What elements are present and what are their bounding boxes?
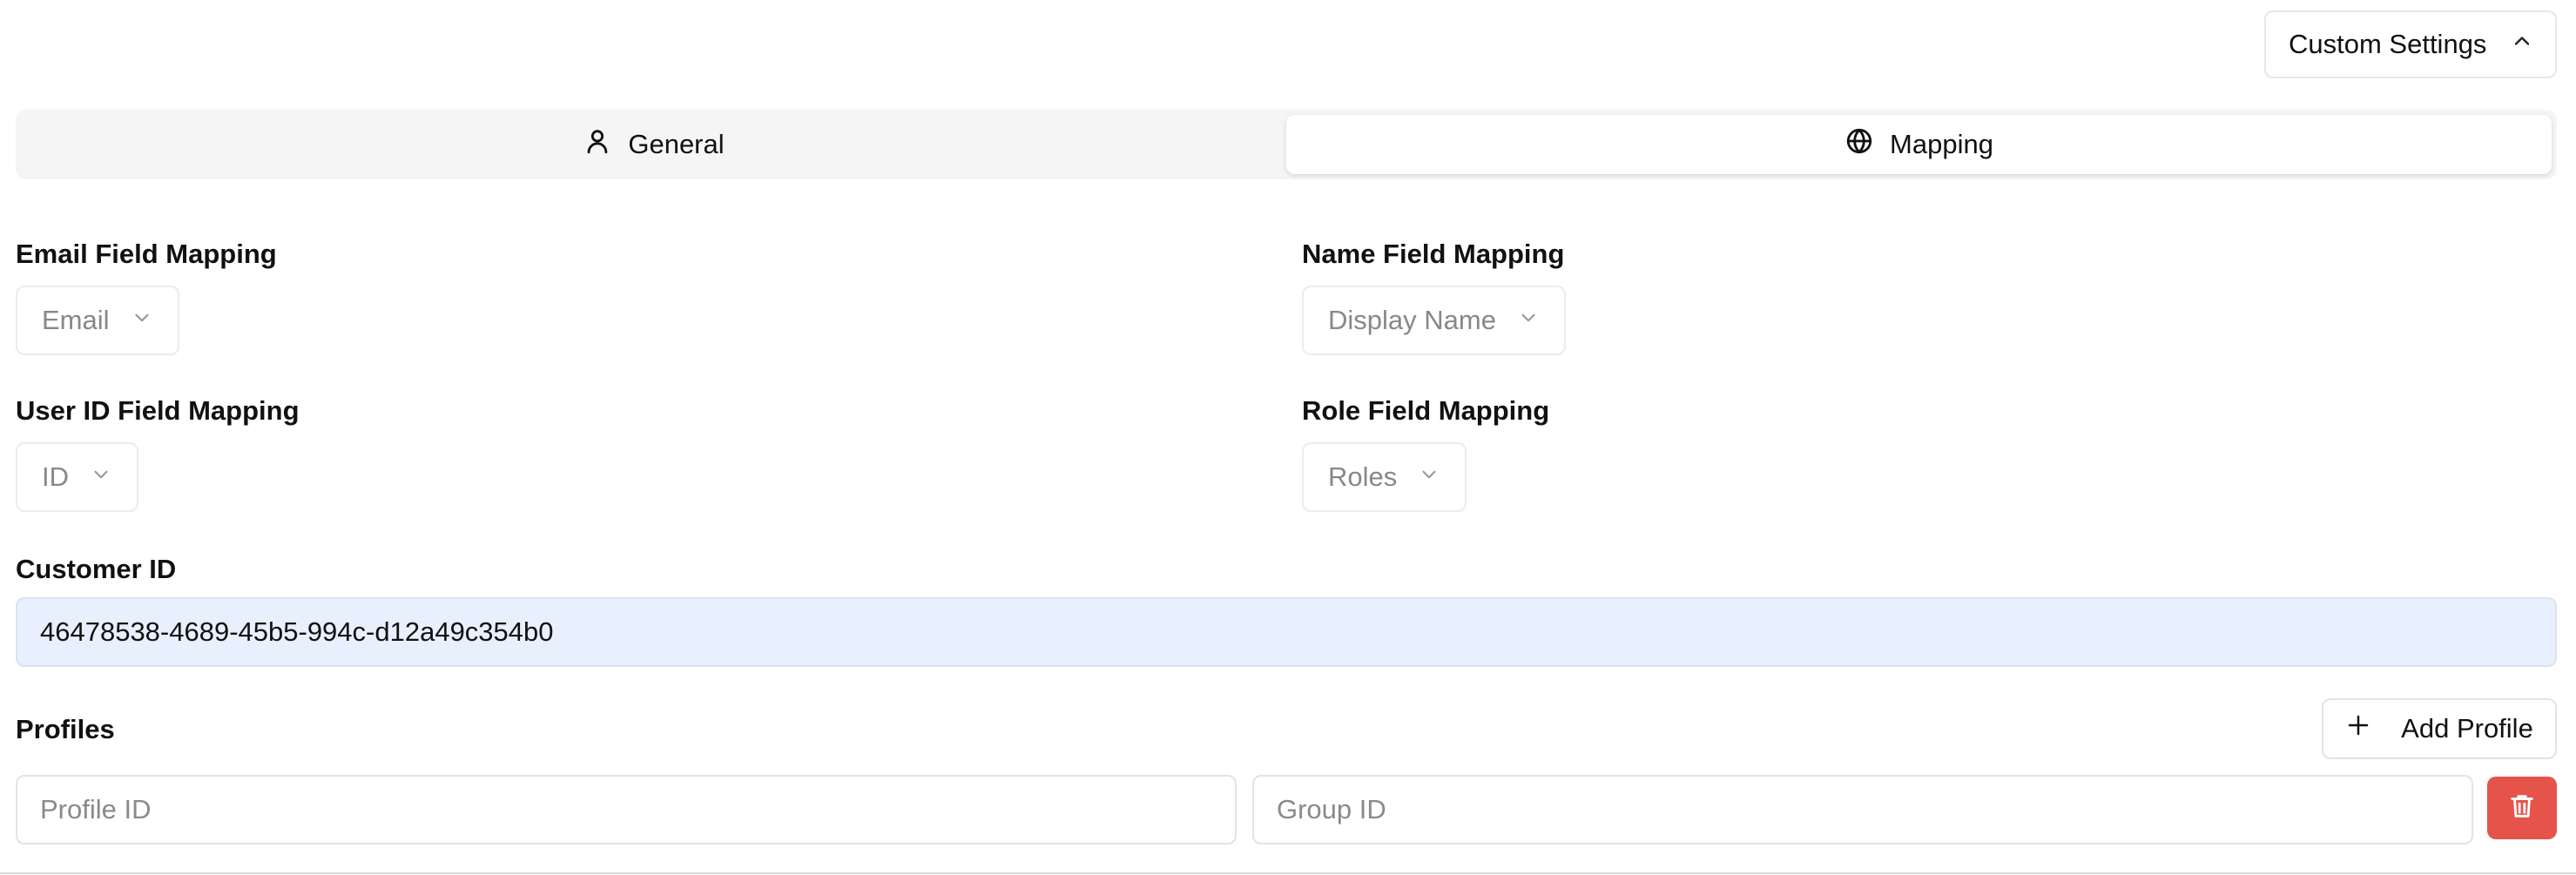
profiles-label: Profiles (16, 714, 115, 744)
chevron-down-icon (1517, 305, 1540, 336)
name-field-mapping-label: Name Field Mapping (1302, 239, 1565, 269)
plus-icon (2345, 712, 2371, 745)
tab-mapping-label: Mapping (1890, 129, 1993, 159)
user-id-field-mapping-value: ID (42, 461, 69, 492)
profile-id-input[interactable]: Profile ID (16, 775, 1237, 845)
user-id-field-mapping-select[interactable]: ID (16, 442, 138, 512)
name-field-mapping-value: Display Name (1328, 305, 1496, 335)
customer-id-value: 46478538-4689-45b5-994c-d12a49c354b0 (40, 616, 554, 647)
trash-icon (2507, 791, 2537, 825)
email-field-mapping-label: Email Field Mapping (16, 239, 277, 269)
group-id-input[interactable]: Group ID (1252, 775, 2473, 845)
customer-id-input[interactable]: 46478538-4689-45b5-994c-d12a49c354b0 (16, 597, 2557, 667)
delete-profile-button[interactable] (2487, 777, 2557, 839)
name-field-mapping: Name Field Mapping Display Name (1302, 239, 1566, 355)
globe-icon (1844, 126, 1874, 163)
email-field-mapping: Email Field Mapping Email (16, 239, 277, 355)
role-field-mapping-label: Role Field Mapping (1302, 395, 1550, 426)
tab-mapping[interactable]: Mapping (1286, 115, 2552, 174)
role-field-mapping-value: Roles (1328, 461, 1398, 492)
custom-settings-button[interactable]: Custom Settings (2264, 10, 2557, 78)
page: Custom Settings General Mapping Email Fi… (0, 0, 2576, 875)
chevron-up-icon (2510, 29, 2534, 60)
add-profile-button[interactable]: Add Profile (2322, 698, 2557, 759)
name-field-mapping-select[interactable]: Display Name (1302, 286, 1566, 355)
chevron-down-icon (131, 305, 153, 336)
add-profile-label: Add Profile (2401, 713, 2533, 744)
profile-id-placeholder: Profile ID (40, 794, 152, 825)
tabs: General Mapping (16, 110, 2557, 179)
role-field-mapping-select[interactable]: Roles (1302, 442, 1467, 512)
chevron-down-icon (1418, 461, 1440, 493)
user-id-field-mapping: User ID Field Mapping ID (16, 395, 300, 512)
bottom-divider (0, 872, 2576, 874)
chevron-down-icon (90, 461, 112, 493)
group-id-placeholder: Group ID (1277, 794, 1386, 825)
tab-general[interactable]: General (21, 115, 1286, 174)
tab-general-label: General (628, 129, 725, 159)
email-field-mapping-select[interactable]: Email (16, 286, 179, 355)
email-field-mapping-value: Email (42, 305, 110, 335)
custom-settings-label: Custom Settings (2289, 29, 2487, 59)
user-id-field-mapping-label: User ID Field Mapping (16, 395, 300, 426)
role-field-mapping: Role Field Mapping Roles (1302, 395, 1549, 512)
customer-id-label: Customer ID (16, 554, 177, 584)
user-icon (583, 126, 612, 163)
